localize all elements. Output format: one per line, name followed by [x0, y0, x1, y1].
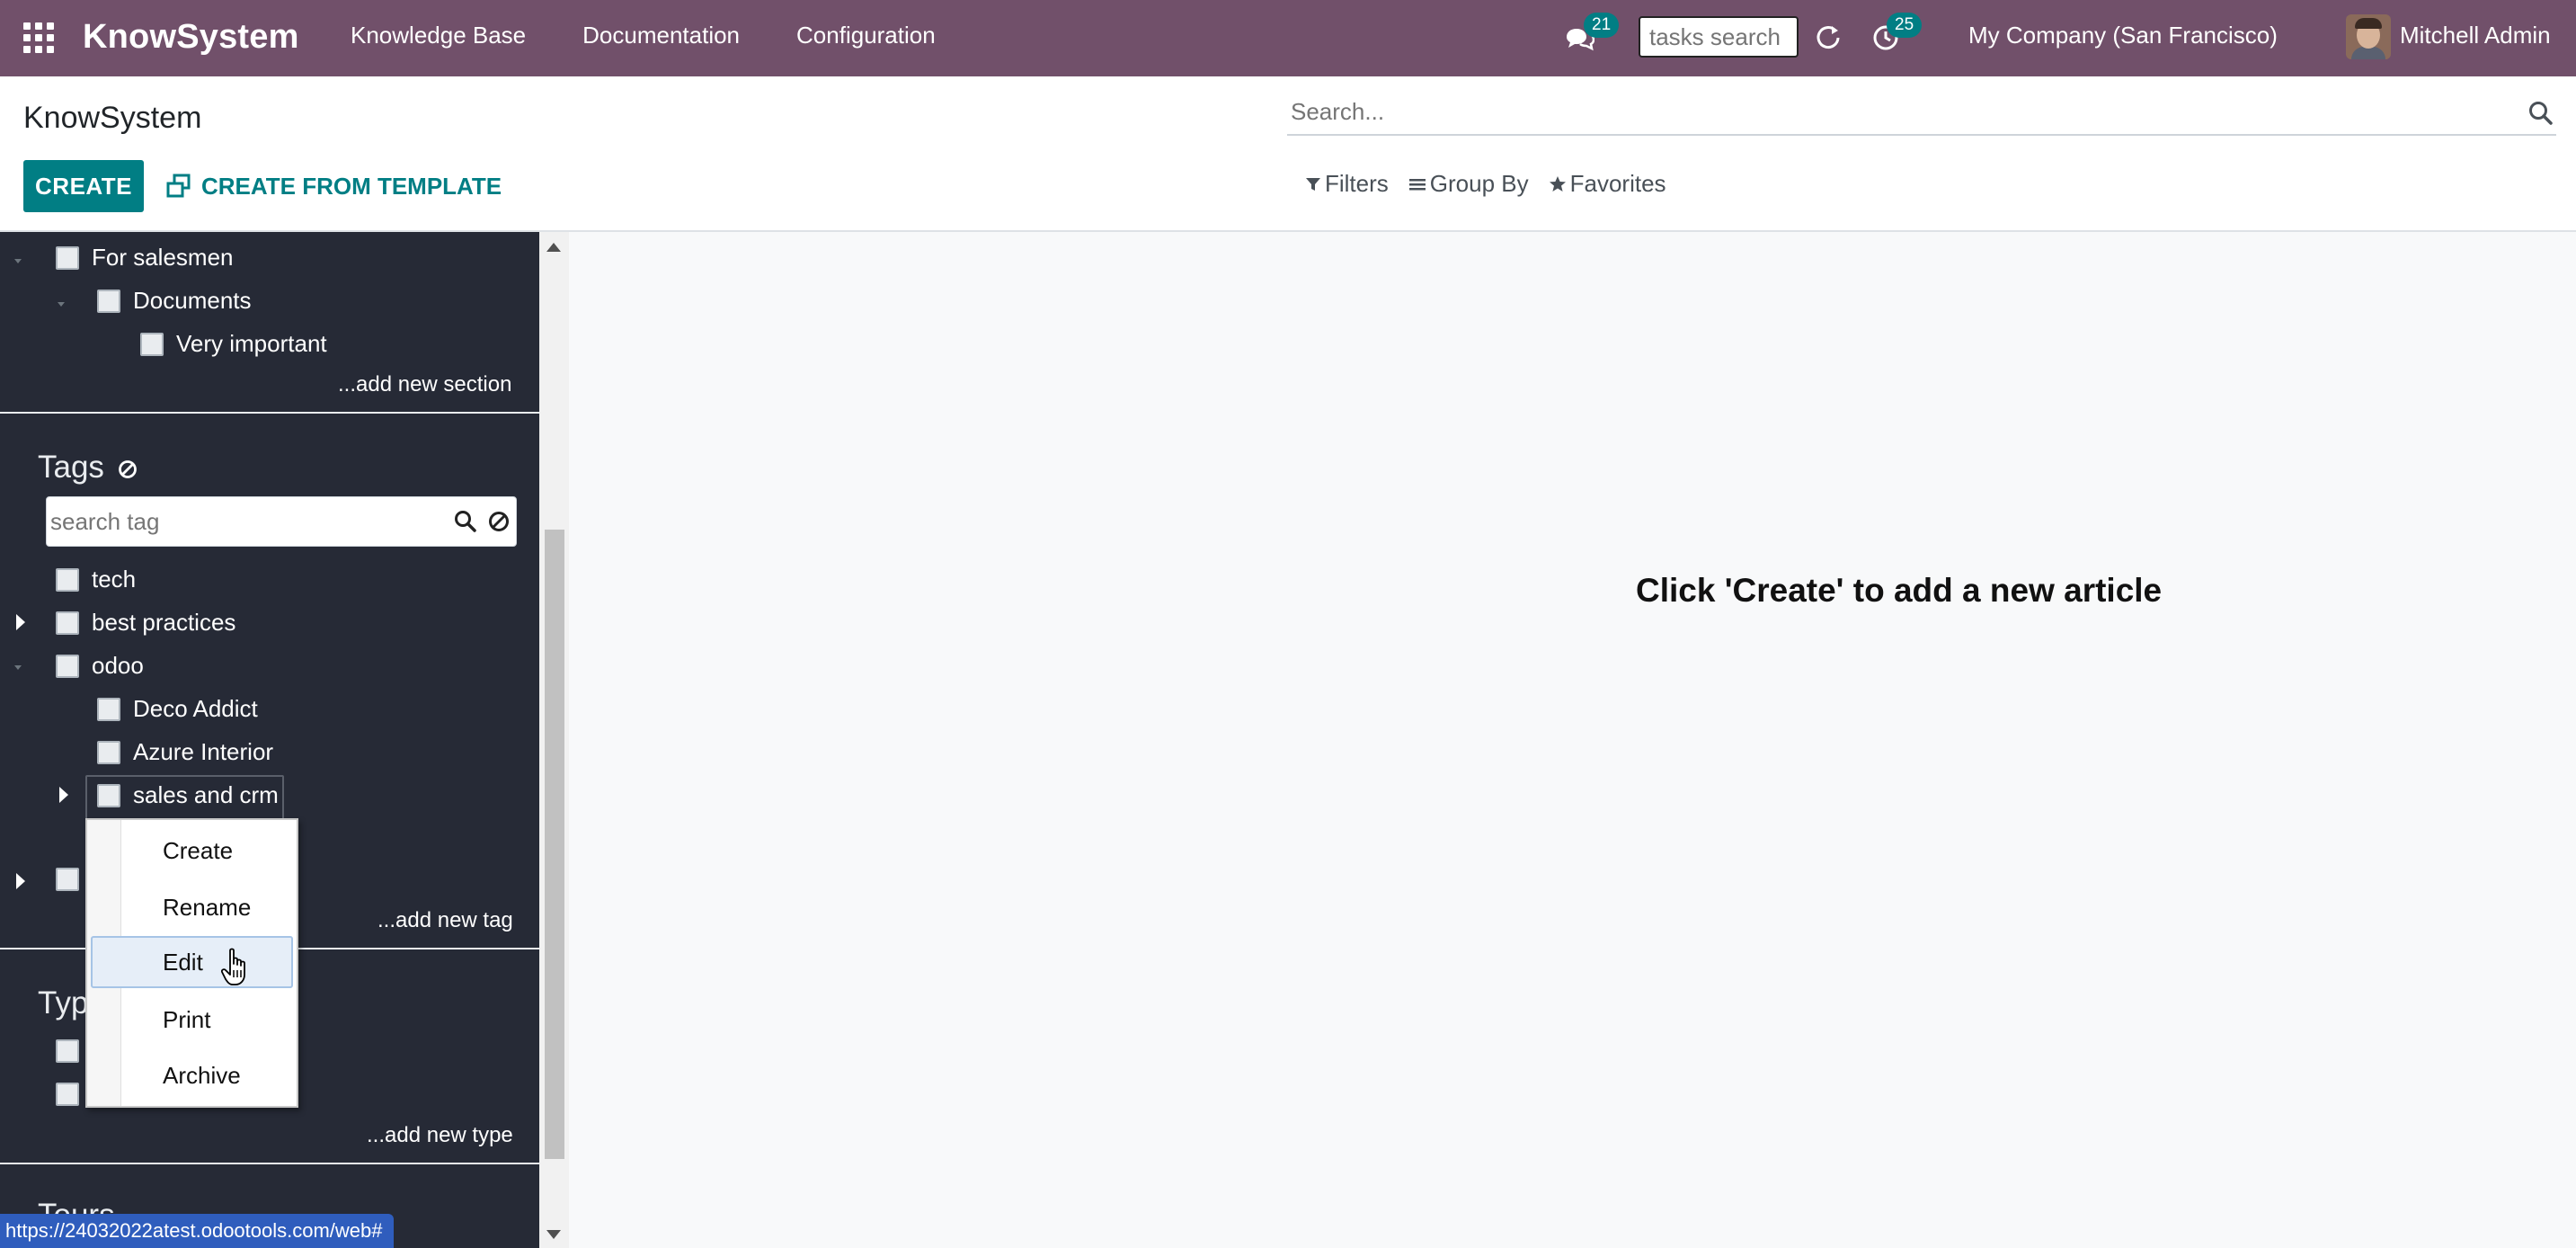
- tag-item[interactable]: Azure Interior: [97, 738, 273, 766]
- group-by-label: Group By: [1429, 170, 1529, 197]
- menu-knowledge-base[interactable]: Knowledge Base: [351, 22, 526, 49]
- section-checkbox[interactable]: [56, 245, 79, 270]
- search-input[interactable]: [1291, 98, 2495, 126]
- tag-label: sales and crm: [133, 781, 279, 808]
- tag-item[interactable]: odoo: [56, 652, 144, 680]
- tag-item[interactable]: tech: [56, 566, 136, 593]
- tag-item-selected[interactable]: sales and crm: [97, 781, 279, 809]
- tag-checkbox[interactable]: [97, 783, 120, 807]
- search-bar: [1287, 91, 2556, 136]
- favorites-label: Favorites: [1569, 170, 1666, 197]
- activities-count-badge: 25: [1887, 13, 1923, 38]
- section-item[interactable]: Documents: [97, 287, 252, 315]
- tags-title: Tags: [38, 450, 104, 485]
- user-menu[interactable]: Mitchell Admin: [2400, 22, 2551, 49]
- tag-checkbox[interactable]: [97, 697, 120, 721]
- tag-search-box: [46, 496, 517, 547]
- status-bar-url: https://24032022atest.odootools.com/web#: [0, 1214, 394, 1248]
- type-checkbox[interactable]: [56, 1083, 79, 1106]
- tag-item[interactable]: Deco Addict: [97, 695, 258, 723]
- refresh-icon[interactable]: [1814, 23, 1843, 52]
- expand-icon[interactable]: [16, 614, 25, 630]
- add-new-type-link[interactable]: ...add new type: [367, 1123, 513, 1148]
- control-panel: KnowSystem CREATE CREATE FROM TEMPLATE F…: [0, 76, 2576, 232]
- divider: [0, 412, 539, 414]
- app-brand[interactable]: KnowSystem: [83, 18, 299, 57]
- company-switcher[interactable]: My Company (San Francisco): [1968, 22, 2278, 49]
- messages-count-badge: 21: [1584, 13, 1620, 38]
- search-icon[interactable]: [453, 509, 478, 534]
- scrollbar-thumb[interactable]: [545, 530, 564, 1159]
- tag-label: Deco Addict: [133, 695, 258, 722]
- star-icon: [1549, 175, 1566, 192]
- scroll-down-arrow-icon[interactable]: [546, 1230, 561, 1239]
- group-by-dropdown[interactable]: Group By: [1408, 170, 1529, 198]
- expand-icon[interactable]: [59, 787, 68, 803]
- filters-dropdown[interactable]: Filters: [1305, 170, 1389, 198]
- menu-configuration[interactable]: Configuration: [796, 22, 936, 49]
- add-new-section-link[interactable]: ...add new section: [338, 372, 511, 397]
- section-label: Documents: [133, 287, 252, 314]
- create-button[interactable]: CREATE: [23, 160, 144, 212]
- tag-checkbox[interactable]: [56, 654, 79, 678]
- template-icon: [166, 174, 191, 198]
- collapse-icon[interactable]: [14, 665, 22, 670]
- type-checkbox[interactable]: [56, 1039, 79, 1063]
- section-checkbox[interactable]: [97, 289, 120, 313]
- tag-label: best practices: [92, 609, 236, 636]
- top-navbar: KnowSystem Knowledge Base Documentation …: [0, 0, 2576, 76]
- context-menu-print[interactable]: Print: [91, 994, 293, 1046]
- section-item[interactable]: Very important: [140, 330, 327, 358]
- tag-checkbox[interactable]: [56, 611, 79, 635]
- tag-checkbox[interactable]: [56, 567, 79, 592]
- clear-tags-icon[interactable]: [117, 459, 138, 480]
- tag-label: odoo: [92, 652, 144, 679]
- create-from-template-label: CREATE FROM TEMPLATE: [201, 172, 502, 200]
- collapse-icon[interactable]: [58, 302, 65, 307]
- tag-search-input[interactable]: [50, 508, 446, 536]
- tag-checkbox[interactable]: [97, 740, 120, 764]
- user-avatar[interactable]: [2346, 14, 2391, 59]
- context-menu: Create Rename Edit Print Archive: [85, 818, 298, 1108]
- section-label: For salesmen: [92, 244, 234, 271]
- favorites-dropdown[interactable]: Favorites: [1549, 170, 1666, 198]
- search-icon[interactable]: [2527, 100, 2554, 127]
- expand-icon[interactable]: [16, 873, 25, 889]
- section-checkbox[interactable]: [140, 332, 164, 356]
- tag-label: tech: [92, 566, 137, 593]
- empty-state-message: Click 'Create' to add a new article: [1636, 572, 2163, 609]
- tag-checkbox[interactable]: [56, 868, 79, 891]
- context-menu-rename[interactable]: Rename: [91, 881, 293, 933]
- section-item[interactable]: For salesmen: [56, 244, 234, 272]
- filters-label: Filters: [1325, 170, 1389, 197]
- types-title: Typ: [38, 985, 89, 1021]
- clear-search-icon[interactable]: [486, 509, 511, 534]
- context-menu-create[interactable]: Create: [91, 825, 293, 877]
- page-title: KnowSystem: [23, 101, 202, 135]
- main-menu: Knowledge Base Documentation Configurati…: [351, 22, 992, 49]
- section-label: Very important: [176, 330, 327, 357]
- context-menu-edit[interactable]: Edit: [91, 936, 293, 988]
- scroll-up-arrow-icon[interactable]: [546, 243, 561, 252]
- hand-cursor-icon: [221, 948, 245, 985]
- apps-menu-icon[interactable]: [23, 22, 54, 53]
- list-icon: [1408, 178, 1426, 190]
- tasks-search-input[interactable]: [1639, 16, 1799, 58]
- tag-label: Azure Interior: [133, 738, 274, 765]
- add-new-tag-link[interactable]: ...add new tag: [378, 908, 513, 933]
- context-menu-archive[interactable]: Archive: [91, 1049, 293, 1101]
- create-from-template-button[interactable]: CREATE FROM TEMPLATE: [165, 164, 502, 209]
- search-options: Filters Group By Favorites: [1305, 170, 1686, 198]
- collapse-icon[interactable]: [14, 259, 22, 263]
- divider: [0, 1163, 539, 1164]
- tag-item[interactable]: best practices: [56, 609, 235, 637]
- filter-icon: [1306, 177, 1320, 191]
- menu-documentation[interactable]: Documentation: [582, 22, 740, 49]
